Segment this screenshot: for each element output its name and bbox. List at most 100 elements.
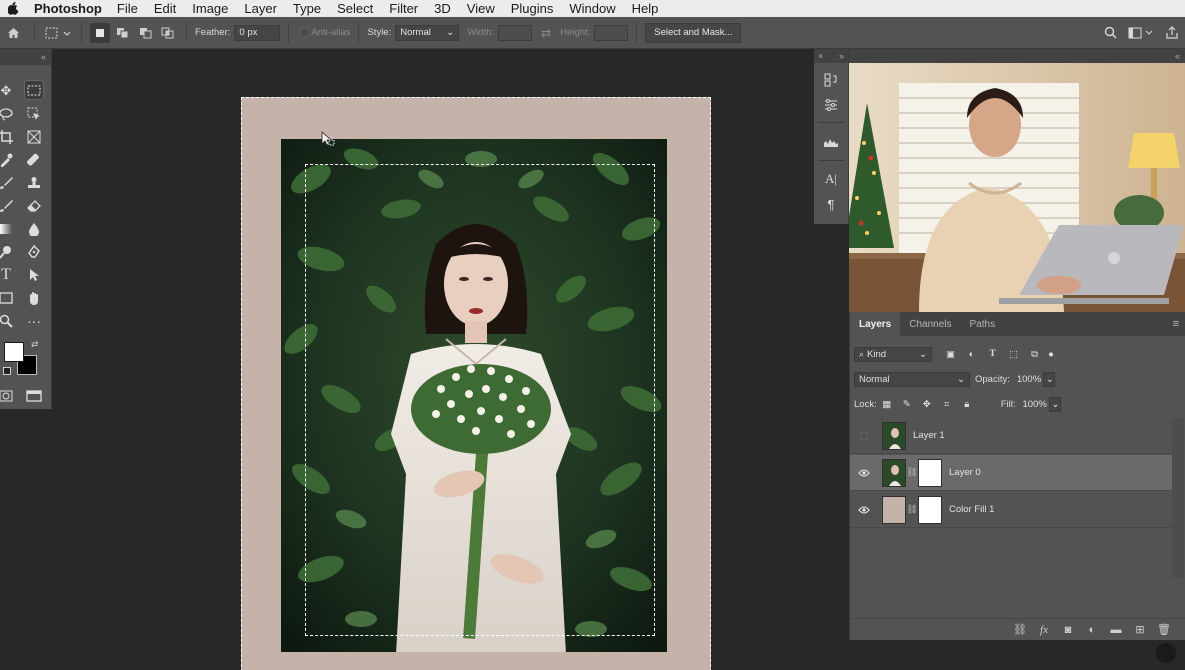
subtract-from-selection-icon[interactable] bbox=[134, 27, 156, 39]
layer-mask-thumbnail[interactable] bbox=[918, 458, 942, 487]
eye-icon[interactable] bbox=[850, 506, 878, 514]
new-selection-icon[interactable] bbox=[90, 22, 110, 43]
blend-mode-select[interactable]: Normal ⌄ bbox=[854, 371, 970, 387]
apple-logo-icon[interactable] bbox=[0, 2, 26, 15]
tab-channels[interactable]: Channels bbox=[900, 312, 960, 336]
quick-mask-icon[interactable] bbox=[0, 386, 16, 406]
share-icon[interactable] bbox=[1159, 26, 1185, 39]
fill-color-thumbnail[interactable] bbox=[882, 495, 906, 524]
healing-brush-tool-icon[interactable] bbox=[24, 150, 44, 170]
tab-paths[interactable]: Paths bbox=[961, 312, 1005, 336]
close-icon[interactable]: × bbox=[818, 51, 823, 61]
more-tools-icon[interactable]: ··· bbox=[24, 311, 44, 331]
gradient-tool-icon[interactable] bbox=[0, 219, 16, 239]
menu-image[interactable]: Image bbox=[192, 1, 228, 16]
layer-name[interactable]: Layer 0 bbox=[949, 467, 981, 478]
fill-dropdown-icon[interactable]: ⌄ bbox=[1048, 396, 1061, 412]
link-layers-icon[interactable]: ⛓ bbox=[1008, 623, 1032, 636]
menu-window[interactable]: Window bbox=[569, 1, 615, 16]
lock-image-pixels-icon[interactable]: ✎ bbox=[897, 399, 917, 410]
menu-help[interactable]: Help bbox=[632, 1, 659, 16]
frame-tool-icon[interactable] bbox=[24, 127, 44, 147]
lock-all-icon[interactable]: 🔒︎ bbox=[957, 399, 977, 410]
zoom-tool-icon[interactable] bbox=[0, 311, 16, 331]
paragraph-panel-icon[interactable]: ¶ bbox=[822, 195, 840, 213]
pen-tool-icon[interactable] bbox=[24, 242, 44, 262]
type-tool-icon[interactable]: T bbox=[0, 265, 16, 285]
screen-mode-icon[interactable] bbox=[24, 386, 44, 406]
new-group-icon[interactable]: ▬ bbox=[1104, 624, 1128, 636]
swap-width-height-icon[interactable]: ⇄ bbox=[532, 26, 560, 40]
menu-edit[interactable]: Edit bbox=[154, 1, 176, 16]
path-selection-tool-icon[interactable] bbox=[24, 265, 44, 285]
filter-toggle-icon[interactable]: ● bbox=[1045, 349, 1057, 360]
workspace-switcher-icon[interactable] bbox=[1123, 27, 1159, 39]
menu-filter[interactable]: Filter bbox=[389, 1, 418, 16]
blur-tool-icon[interactable] bbox=[24, 219, 44, 239]
delete-layer-icon[interactable]: 🗑︎ bbox=[1152, 623, 1176, 636]
lock-position-icon[interactable]: ✥ bbox=[917, 399, 937, 410]
default-colors-icon[interactable] bbox=[3, 367, 11, 375]
clone-stamp-tool-icon[interactable] bbox=[24, 173, 44, 193]
intersect-selection-icon[interactable] bbox=[156, 27, 178, 39]
collapse-icon[interactable]: « bbox=[41, 52, 46, 62]
crop-tool-icon[interactable] bbox=[0, 127, 16, 147]
new-layer-icon[interactable]: ⊞ bbox=[1128, 623, 1152, 636]
app-name[interactable]: Photoshop bbox=[34, 1, 102, 16]
width-input[interactable] bbox=[498, 24, 533, 41]
link-icon[interactable]: ⛓ bbox=[906, 504, 918, 515]
opacity-dropdown-icon[interactable]: ⌄ bbox=[1042, 371, 1055, 387]
eyedropper-tool-icon[interactable] bbox=[0, 150, 16, 170]
move-tool-icon[interactable]: ✥ bbox=[0, 81, 16, 101]
tab-layers[interactable]: Layers bbox=[850, 312, 901, 336]
home-icon[interactable] bbox=[0, 27, 26, 39]
menu-type[interactable]: Type bbox=[293, 1, 321, 16]
lasso-tool-icon[interactable] bbox=[0, 104, 16, 124]
hand-tool-icon[interactable] bbox=[24, 288, 44, 308]
select-and-mask-button[interactable]: Select and Mask... bbox=[645, 22, 742, 43]
lock-transparent-pixels-icon[interactable]: ▦ bbox=[877, 399, 897, 410]
character-panel-icon[interactable]: A| bbox=[822, 170, 840, 188]
histogram-panel-icon[interactable] bbox=[822, 133, 840, 151]
foreground-color-swatch[interactable] bbox=[4, 342, 24, 362]
opacity-input[interactable]: 100% bbox=[1013, 372, 1043, 387]
dodge-tool-icon[interactable] bbox=[0, 242, 16, 262]
new-adjustment-layer-icon[interactable]: ◐ bbox=[1080, 624, 1104, 636]
rectangle-tool-icon[interactable] bbox=[0, 288, 16, 308]
rectangular-marquee-tool-icon[interactable] bbox=[24, 80, 44, 100]
adjustment-layer-filter-icon[interactable]: ◐ bbox=[961, 349, 982, 360]
layer-row-layer-1[interactable]: Layer 1 bbox=[850, 418, 1172, 454]
visibility-toggle-off-icon[interactable] bbox=[850, 431, 878, 440]
object-selection-tool-icon[interactable] bbox=[24, 104, 44, 124]
eye-icon[interactable] bbox=[850, 469, 878, 477]
menu-view[interactable]: View bbox=[467, 1, 495, 16]
layer-mask-thumbnail[interactable] bbox=[918, 495, 942, 524]
expand-icon[interactable]: » bbox=[839, 51, 844, 61]
layer-row-color-fill-1[interactable]: ⛓ Color Fill 1 bbox=[850, 492, 1172, 528]
panel-menu-icon[interactable]: ≡ bbox=[1173, 318, 1179, 330]
history-brush-tool-icon[interactable] bbox=[0, 196, 16, 216]
feather-input[interactable]: 0 px bbox=[234, 24, 281, 41]
add-to-selection-icon[interactable] bbox=[110, 27, 134, 39]
search-icon[interactable] bbox=[1097, 26, 1123, 39]
lock-artboard-icon[interactable]: ⌗ bbox=[937, 399, 957, 410]
style-select[interactable]: Normal ⌄ bbox=[395, 24, 460, 41]
document-canvas[interactable] bbox=[241, 97, 711, 670]
link-icon[interactable]: ⛓ bbox=[906, 467, 918, 478]
pixel-layer-filter-icon[interactable]: ▣ bbox=[940, 349, 961, 360]
canvas-area[interactable] bbox=[52, 49, 814, 670]
height-input[interactable] bbox=[594, 24, 629, 41]
layer-style-fx-icon[interactable]: fx bbox=[1032, 624, 1056, 636]
layers-scrollbar[interactable] bbox=[1172, 418, 1184, 578]
menu-layer[interactable]: Layer bbox=[244, 1, 277, 16]
shape-layer-filter-icon[interactable]: ⬚ bbox=[1003, 349, 1024, 360]
filter-kind-select[interactable]: ⌕ Kind ⌄ bbox=[854, 346, 932, 362]
menu-select[interactable]: Select bbox=[337, 1, 373, 16]
anti-alias-checkbox[interactable] bbox=[297, 28, 311, 37]
swap-colors-icon[interactable]: ⇄ bbox=[31, 339, 39, 350]
adjustments-panel-icon[interactable] bbox=[822, 96, 840, 114]
brush-tool-icon[interactable] bbox=[0, 173, 16, 193]
rect-marquee-preset-icon[interactable] bbox=[43, 26, 73, 40]
type-layer-filter-icon[interactable]: T bbox=[982, 349, 1003, 359]
add-mask-icon[interactable]: ◙ bbox=[1056, 624, 1080, 636]
